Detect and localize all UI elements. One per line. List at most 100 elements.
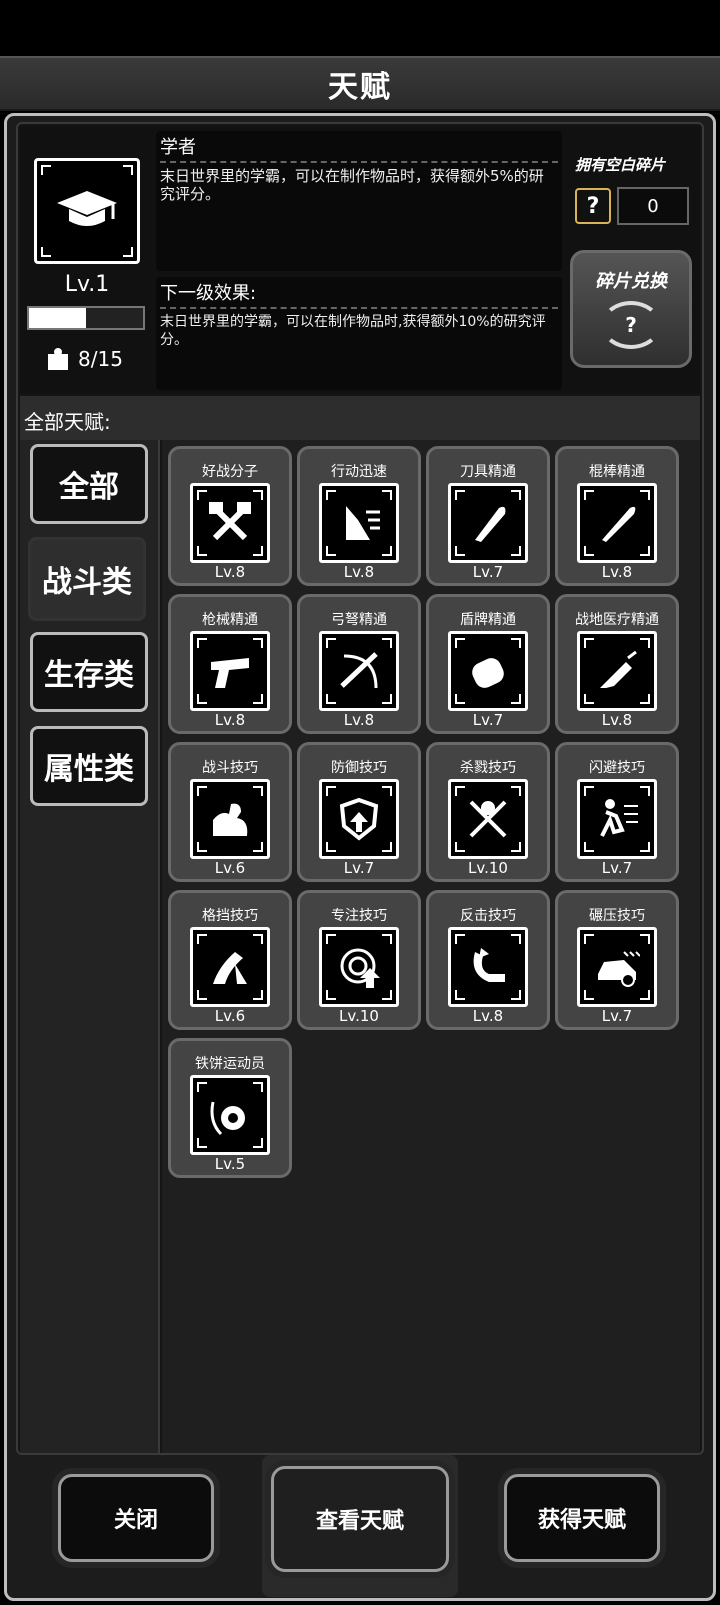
next-effect-box: 下一级效果: 末日世界里的学霸，可以在制作物品时,获得额外10%的研究评分。 [156,277,562,390]
talent-card-name: 刀具精通 [460,464,516,480]
talent-card-icon-frame [577,483,657,563]
exchange-label: 碎片兑换 [595,271,667,292]
talent-card-level: Lv.7 [601,859,633,877]
talent-card[interactable]: 弓弩精通 Lv.8 [297,594,421,734]
talent-card-icon-frame [319,927,399,1007]
talent-card-name: 行动迅速 [331,464,387,480]
talent-card-icon-frame [319,631,399,711]
graduation-cap-icon [57,191,117,226]
title-bar: 天赋 [0,56,720,111]
talent-card[interactable]: 专注技巧 Lv.10 [297,890,421,1030]
xp-bar [27,306,145,330]
target-icon [340,948,380,988]
talent-card[interactable]: 棍棒精通 Lv.8 [555,446,679,586]
shield-icon [472,658,504,688]
talent-card-level: Lv.7 [343,859,375,877]
talent-card-icon-frame [448,631,528,711]
dodge-runner-icon [600,799,638,837]
blank-fragment-count: 0 [617,187,689,225]
talent-card-level: Lv.7 [472,563,504,581]
talent-card-level: Lv.8 [601,563,633,581]
talent-card[interactable]: 好战分子 Lv.8 [168,446,292,586]
talent-card-level: Lv.8 [214,563,246,581]
get-talent-button[interactable]: 获得天赋 [504,1474,660,1562]
talent-card[interactable]: 盾牌精通 Lv.7 [426,594,550,734]
fragment-count: 8/15 [46,347,123,371]
talent-card[interactable]: 战地医疗精通 Lv.8 [555,594,679,734]
talent-card-level: Lv.8 [343,563,375,581]
talent-card[interactable]: 刀具精通 Lv.7 [426,446,550,586]
talent-card-name: 战斗技巧 [202,760,258,776]
crossed-axes-icon [209,502,251,541]
crossed-swords-icon [469,800,507,838]
talent-card-level: Lv.8 [214,711,246,729]
talent-card[interactable]: 枪械精通 Lv.8 [168,594,292,734]
blank-fragment-label: 拥有空白碎片 [575,156,666,174]
talent-card[interactable]: 碾压技巧 Lv.7 [555,890,679,1030]
talent-card-icon-frame [190,1075,270,1155]
fragment-count-text: 8/15 [78,347,123,371]
current-effect-box: 学者 末日世界里的学霸，可以在制作物品时，获得额外5%的研究评分。 [156,131,562,271]
pistol-icon [211,658,249,688]
category-tab[interactable]: 全部 [30,444,148,524]
selected-talent-avatar [34,158,140,264]
talent-card-icon-frame [577,779,657,859]
bat-icon [602,506,636,542]
talent-card-level: Lv.7 [472,711,504,729]
talent-card-icon-frame [319,483,399,563]
talent-card-icon-frame [190,631,270,711]
machete-icon [475,506,506,542]
close-button[interactable]: 关闭 [58,1474,214,1562]
talent-card-level: Lv.10 [468,859,508,877]
category-tab[interactable]: 属性类 [30,726,148,806]
talent-card-name: 杀戮技巧 [460,760,516,776]
talent-card-icon-frame [448,927,528,1007]
exchange-cycle-icon: ? [601,301,661,349]
talent-card[interactable]: 战斗技巧 Lv.6 [168,742,292,882]
talent-card-icon-frame [577,631,657,711]
counter-arm-icon [473,948,505,982]
talent-card-name: 防御技巧 [331,760,387,776]
talent-card-name: 碾压技巧 [589,908,645,924]
next-effect-description: 末日世界里的学霸，可以在制作物品时,获得额外10%的研究评分。 [160,314,546,348]
block-arm-icon [213,952,247,984]
talent-card-icon-frame [190,927,270,1007]
view-talent-button[interactable]: 查看天赋 [271,1466,449,1572]
talent-card-icon-frame [319,779,399,859]
flexed-arm-icon [213,803,248,836]
talent-card-level: Lv.10 [339,1007,379,1025]
talent-card-icon-frame [190,483,270,563]
talent-card-name: 棍棒精通 [589,464,645,480]
talent-card-level: Lv.6 [214,859,246,877]
talent-card-name: 专注技巧 [331,908,387,924]
talent-card[interactable]: 行动迅速 Lv.8 [297,446,421,586]
talent-card[interactable]: 反击技巧 Lv.8 [426,890,550,1030]
talent-card-icon-frame [190,779,270,859]
talent-card[interactable]: 铁饼运动员 Lv.5 [168,1038,292,1178]
talent-card-icon-frame [448,779,528,859]
talent-card-icon-frame [448,483,528,563]
defense-shield-icon [339,797,379,841]
talent-card-name: 弓弩精通 [331,612,387,628]
fragment-exchange-button[interactable]: 碎片兑换 ? [570,250,692,368]
selected-level: Lv.1 [64,272,110,297]
talent-card-name: 反击技巧 [460,908,516,924]
talent-name: 学者 [160,133,558,163]
talent-card-level: Lv.8 [601,711,633,729]
talent-card[interactable]: 防御技巧 Lv.7 [297,742,421,882]
talent-card[interactable]: 杀戮技巧 Lv.10 [426,742,550,882]
discus-icon [210,1101,245,1136]
blank-fragment-icon: ? [575,188,611,224]
talent-card[interactable]: 格挡技巧 Lv.6 [168,890,292,1030]
category-tab[interactable]: 战斗类 [28,537,146,621]
talent-card-name: 盾牌精通 [460,612,516,628]
talent-card-level: Lv.6 [214,1007,246,1025]
talent-card-level: Lv.8 [343,711,375,729]
talent-card-name: 铁饼运动员 [195,1056,265,1072]
talent-card-level: Lv.8 [472,1007,504,1025]
talent-card[interactable]: 闪避技巧 Lv.7 [555,742,679,882]
talent-card-name: 战地医疗精通 [575,612,659,628]
talent-card-icon-frame [577,927,657,1007]
xp-bar-fill [29,308,86,328]
category-tab[interactable]: 生存类 [30,632,148,712]
